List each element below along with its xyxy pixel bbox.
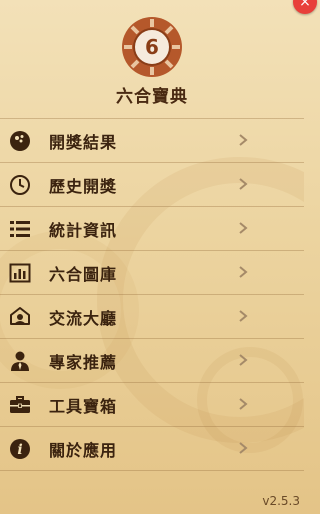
- menu-item-lobby[interactable]: 交流大廳: [0, 295, 304, 339]
- chevron-right-icon: [239, 354, 248, 366]
- app-logo: 6: [122, 17, 182, 77]
- chart-icon: [8, 261, 32, 285]
- chevron-right-icon: [239, 266, 248, 278]
- menu-label: 歷史開獎: [49, 176, 118, 196]
- menu-label: 交流大廳: [49, 308, 118, 328]
- chevron-right-icon: [239, 222, 248, 234]
- version-label: v2.5.3: [262, 494, 300, 508]
- logo-digit: 6: [145, 35, 159, 59]
- menu-label: 關於應用: [49, 440, 118, 460]
- menu-item-draw-results[interactable]: 開獎結果: [0, 118, 304, 163]
- menu-label: 統計資訊: [49, 220, 118, 240]
- chevron-right-icon: [239, 134, 248, 146]
- menu-item-toolbox[interactable]: 工具寶箱: [0, 383, 304, 427]
- chevron-right-icon: [239, 442, 248, 454]
- menu-label: 工具寶箱: [49, 396, 118, 416]
- info-icon: i: [8, 437, 32, 461]
- toolbox-icon: [8, 393, 32, 417]
- svg-text:i: i: [17, 442, 22, 458]
- app-header: 6 六合寶典: [0, 16, 304, 107]
- menu-item-gallery[interactable]: 六合圖庫: [0, 251, 304, 295]
- app-title: 六合寶典: [116, 87, 188, 107]
- chat-icon: [8, 305, 32, 329]
- menu-label: 專家推薦: [49, 352, 118, 372]
- clock-icon: [8, 173, 32, 197]
- menu-item-history[interactable]: 歷史開獎: [0, 163, 304, 207]
- chevron-right-icon: [239, 310, 248, 322]
- menu-item-statistics[interactable]: 統計資訊: [0, 207, 304, 251]
- menu-item-about[interactable]: i 關於應用: [0, 427, 304, 471]
- ball-icon: [8, 129, 32, 153]
- side-menu-panel: 6 六合寶典 開獎結果 歷史開獎 統計資訊 六合圖庫 交流大廳 專家推薦 工具寶…: [0, 0, 304, 514]
- main-menu: 開獎結果 歷史開獎 統計資訊 六合圖庫 交流大廳 專家推薦 工具寶箱 i 關於應…: [0, 118, 304, 471]
- expert-icon: [8, 349, 32, 373]
- list-icon: [8, 217, 32, 241]
- menu-label: 六合圖庫: [49, 264, 118, 284]
- menu-label: 開獎結果: [49, 132, 118, 152]
- chevron-right-icon: [239, 178, 248, 190]
- chevron-right-icon: [239, 398, 248, 410]
- menu-item-expert[interactable]: 專家推薦: [0, 339, 304, 383]
